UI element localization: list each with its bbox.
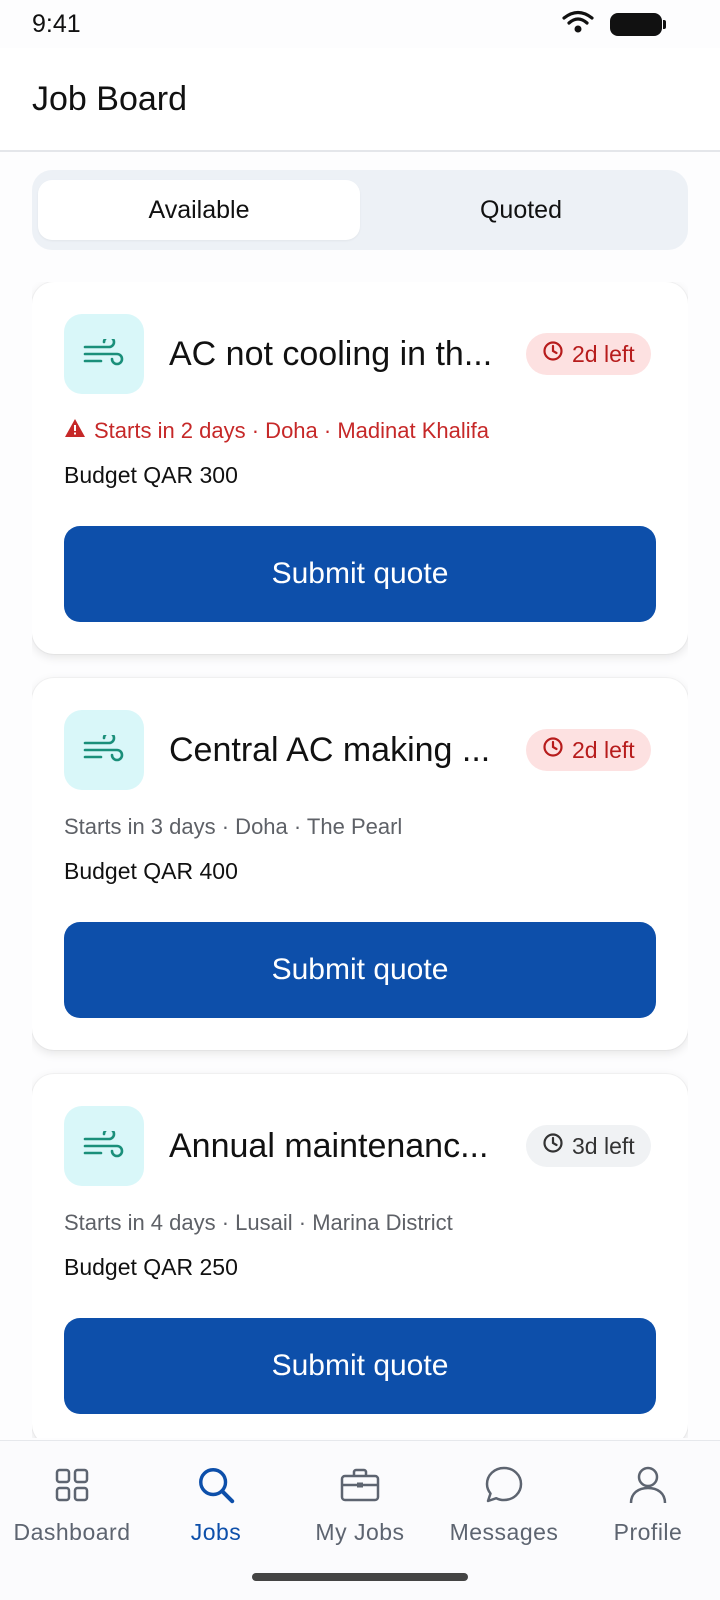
battery-icon (610, 12, 666, 36)
nav-item-dashboard[interactable]: Dashboard (0, 1441, 144, 1600)
job-card-header: AC not cooling in th... 2d left (64, 314, 656, 394)
status-time: 9:41 (32, 9, 81, 38)
deadline-text: 3d left (572, 1132, 635, 1159)
clock-icon (542, 340, 564, 368)
job-card[interactable]: AC not cooling in th... 2d left Starts i… (32, 282, 688, 654)
job-meta-text: Starts in 2 days · Doha · Madinat Khalif… (94, 418, 489, 443)
nav-label: My Jobs (315, 1519, 405, 1545)
job-meta-text: Starts in 3 days · Doha · The Pearl (64, 814, 403, 839)
wifi-icon (562, 10, 594, 39)
clock-icon (542, 1132, 564, 1160)
tab-available[interactable]: Available (38, 180, 360, 240)
job-meta: Starts in 3 days · Doha · The Pearl (64, 812, 656, 842)
job-meta: Starts in 2 days · Doha · Madinat Khalif… (64, 416, 656, 446)
wind-icon (64, 314, 144, 394)
wind-icon (64, 1106, 144, 1186)
job-budget: Budget QAR 250 (64, 1254, 238, 1280)
job-card-header: Central AC making ... 2d left (64, 710, 656, 790)
nav-item-profile[interactable]: Profile (576, 1441, 720, 1600)
job-title: AC not cooling in th... (169, 334, 493, 373)
deadline-badge: 2d left (526, 729, 651, 771)
segmented-tabs: Available Quoted (32, 170, 688, 250)
job-budget: Budget QAR 400 (64, 858, 238, 884)
nav-label: Dashboard (13, 1519, 131, 1545)
job-title: Central AC making ... (169, 730, 491, 769)
grid-icon (52, 1465, 92, 1505)
job-budget: Budget QAR 300 (64, 462, 238, 488)
app-bar: Job Board (0, 48, 720, 152)
job-card[interactable]: Annual maintenanc... 3d left Starts in 4… (32, 1074, 688, 1438)
job-card[interactable]: Central AC making ... 2d left Starts in … (32, 678, 688, 1050)
page-title: Job Board (32, 79, 187, 118)
submit-quote-button[interactable]: Submit quote (64, 922, 656, 1018)
status-bar: 9:41 (0, 0, 720, 48)
job-list[interactable]: AC not cooling in th... 2d left Starts i… (32, 282, 688, 1438)
submit-quote-button[interactable]: Submit quote (64, 526, 656, 622)
warning-icon (64, 418, 86, 444)
search-icon (196, 1465, 236, 1505)
person-icon (628, 1465, 668, 1505)
job-meta-text: Starts in 4 days · Lusail · Marina Distr… (64, 1210, 453, 1235)
clock-icon (542, 736, 564, 764)
job-title: Annual maintenanc... (169, 1126, 489, 1165)
wind-icon (64, 710, 144, 790)
deadline-text: 2d left (572, 340, 635, 367)
job-card-header: Annual maintenanc... 3d left (64, 1106, 656, 1186)
nav-label: Messages (449, 1519, 559, 1545)
briefcase-icon (340, 1465, 380, 1505)
job-meta: Starts in 4 days · Lusail · Marina Distr… (64, 1208, 656, 1238)
status-icons (562, 10, 666, 39)
submit-quote-button[interactable]: Submit quote (64, 1318, 656, 1414)
home-indicator[interactable] (252, 1573, 468, 1581)
tab-quoted[interactable]: Quoted (360, 180, 682, 240)
nav-label: Jobs (190, 1519, 242, 1545)
deadline-badge: 2d left (526, 333, 651, 375)
deadline-badge: 3d left (526, 1125, 651, 1167)
nav-label: Profile (613, 1519, 683, 1545)
chat-bubble-icon (484, 1465, 524, 1505)
deadline-text: 2d left (572, 736, 635, 763)
